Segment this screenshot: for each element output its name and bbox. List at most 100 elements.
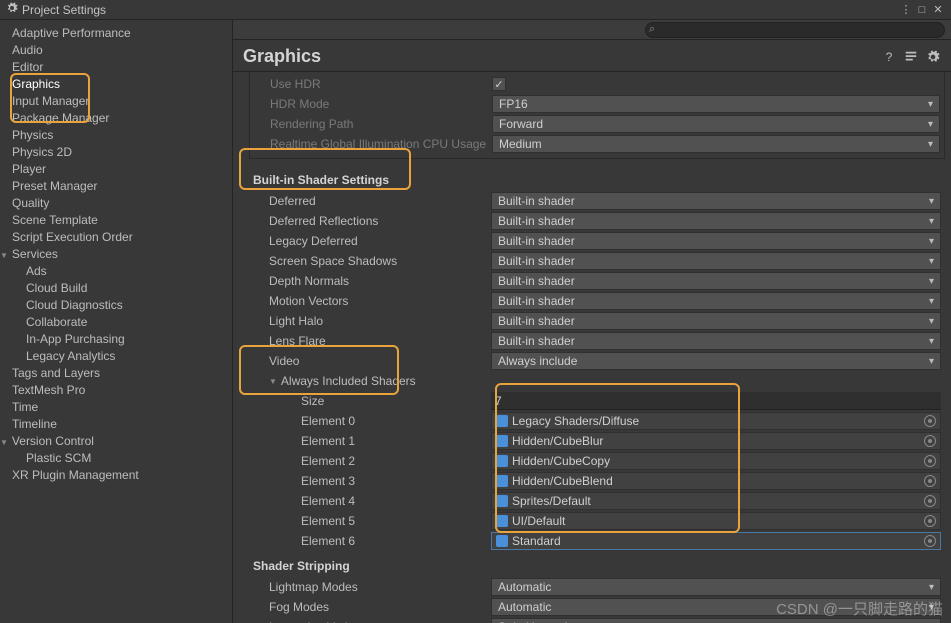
- help-icon[interactable]: ?: [881, 49, 897, 65]
- row-label: Motion Vectors: [253, 294, 491, 308]
- sidebar-item[interactable]: Scene Template: [12, 211, 232, 228]
- shader-object-field[interactable]: Hidden/CubeBlend: [491, 472, 941, 490]
- window-title: Project Settings: [22, 3, 899, 17]
- size-input[interactable]: [491, 392, 941, 410]
- page-title: Graphics: [243, 46, 881, 67]
- use-hdr-label: Use HDR: [254, 77, 492, 91]
- shader-dropdown[interactable]: Built-in shader: [491, 332, 941, 350]
- object-picker-icon[interactable]: [924, 495, 936, 507]
- element-label: Element 4: [253, 494, 491, 508]
- sidebar-item[interactable]: Audio: [12, 41, 232, 58]
- element-label: Element 3: [253, 474, 491, 488]
- shader-dropdown[interactable]: Built-in shader: [491, 312, 941, 330]
- video-dropdown[interactable]: Always include: [491, 352, 941, 370]
- sidebar-item[interactable]: XR Plugin Management: [12, 466, 232, 483]
- element-label: Element 2: [253, 454, 491, 468]
- sidebar-item[interactable]: In-App Purchasing: [12, 330, 232, 347]
- shader-dropdown[interactable]: Built-in shader: [491, 252, 941, 270]
- sidebar-item[interactable]: Cloud Diagnostics: [12, 296, 232, 313]
- sidebar-item-graphics[interactable]: Graphics: [12, 75, 232, 92]
- sidebar-services[interactable]: Services: [0, 245, 232, 262]
- shader-object-field[interactable]: Standard: [491, 532, 941, 550]
- sidebar-vc[interactable]: Version Control: [0, 432, 232, 449]
- row-label: Legacy Deferred: [253, 234, 491, 248]
- shader-icon: [496, 475, 508, 487]
- row-label: Deferred: [253, 194, 491, 208]
- search-icon: ⌕: [649, 23, 655, 36]
- shader-dropdown[interactable]: Built-in shader: [491, 292, 941, 310]
- lightmap-label: Lightmap Modes: [253, 580, 491, 594]
- shader-object-field[interactable]: Hidden/CubeBlur: [491, 432, 941, 450]
- render-path-label: Rendering Path: [254, 117, 492, 131]
- sidebar-item[interactable]: Ads: [12, 262, 232, 279]
- always-included-foldout[interactable]: Always Included Shaders: [253, 374, 491, 388]
- preset-icon[interactable]: [903, 49, 919, 65]
- sidebar-item[interactable]: Physics: [12, 126, 232, 143]
- sidebar-item[interactable]: Physics 2D: [12, 143, 232, 160]
- sidebar-item[interactable]: TextMesh Pro: [12, 381, 232, 398]
- shader-icon: [496, 455, 508, 467]
- hdr-mode-label: HDR Mode: [254, 97, 492, 111]
- sidebar-item[interactable]: Player: [12, 160, 232, 177]
- sidebar-item[interactable]: Cloud Build: [12, 279, 232, 296]
- use-hdr-checkbox[interactable]: ✓: [492, 77, 506, 91]
- sidebar-item[interactable]: Tags and Layers: [12, 364, 232, 381]
- sidebar-item[interactable]: Time: [12, 398, 232, 415]
- element-label: Element 5: [253, 514, 491, 528]
- search-input[interactable]: [645, 22, 945, 38]
- shader-icon: [496, 435, 508, 447]
- shader-icon: [496, 535, 508, 547]
- sidebar-item[interactable]: Timeline: [12, 415, 232, 432]
- element-label-selected: Element 6: [253, 534, 491, 548]
- shader-dropdown[interactable]: Built-in shader: [491, 272, 941, 290]
- size-label: Size: [253, 394, 491, 408]
- settings-menu-icon[interactable]: [925, 49, 941, 65]
- lightmap-dropdown[interactable]: Automatic: [491, 578, 941, 596]
- hdr-mode-dropdown[interactable]: FP16: [492, 95, 940, 113]
- object-picker-icon[interactable]: [924, 455, 936, 467]
- shader-icon: [496, 495, 508, 507]
- shader-dropdown[interactable]: Built-in shader: [491, 212, 941, 230]
- row-label: Depth Normals: [253, 274, 491, 288]
- window-maximize-icon[interactable]: □: [915, 3, 929, 17]
- instancing-dropdown[interactable]: Strip Unused: [491, 618, 941, 623]
- object-picker-icon[interactable]: [924, 435, 936, 447]
- sidebar-item[interactable]: Legacy Analytics: [12, 347, 232, 364]
- sidebar-item[interactable]: Input Manager: [12, 92, 232, 109]
- window-close-icon[interactable]: ✕: [931, 3, 945, 17]
- fog-dropdown[interactable]: Automatic: [491, 598, 941, 616]
- sidebar-item[interactable]: Package Manager: [12, 109, 232, 126]
- object-picker-icon[interactable]: [924, 515, 936, 527]
- object-picker-icon[interactable]: [924, 535, 936, 547]
- row-label: Deferred Reflections: [253, 214, 491, 228]
- settings-sidebar: Adaptive Performance Audio Editor Graphi…: [0, 20, 233, 623]
- shader-stripping-section: Shader Stripping: [253, 551, 941, 577]
- gear-icon: [6, 2, 18, 17]
- render-path-dropdown[interactable]: Forward: [492, 115, 940, 133]
- window-menu-icon[interactable]: ⋮: [899, 3, 913, 17]
- shader-icon: [496, 415, 508, 427]
- rgi-label: Realtime Global Illumination CPU Usage: [254, 137, 492, 151]
- rgi-dropdown[interactable]: Medium: [492, 135, 940, 153]
- shader-object-field[interactable]: Legacy Shaders/Diffuse: [491, 412, 941, 430]
- shader-object-field[interactable]: UI/Default: [491, 512, 941, 530]
- row-label: Lens Flare: [253, 334, 491, 348]
- shader-object-field[interactable]: Hidden/CubeCopy: [491, 452, 941, 470]
- shader-dropdown[interactable]: Built-in shader: [491, 232, 941, 250]
- sidebar-item-editor[interactable]: Editor: [12, 58, 232, 75]
- sidebar-item[interactable]: Adaptive Performance: [12, 24, 232, 41]
- shader-object-field[interactable]: Sprites/Default: [491, 492, 941, 510]
- video-label: Video: [253, 354, 491, 368]
- sidebar-item[interactable]: Preset Manager: [12, 177, 232, 194]
- builtin-shader-section: Built-in Shader Settings: [253, 165, 941, 191]
- shader-dropdown[interactable]: Built-in shader: [491, 192, 941, 210]
- object-picker-icon[interactable]: [924, 475, 936, 487]
- row-label: Screen Space Shadows: [253, 254, 491, 268]
- element-label: Element 0: [253, 414, 491, 428]
- sidebar-item[interactable]: Quality: [12, 194, 232, 211]
- sidebar-item[interactable]: Plastic SCM: [12, 449, 232, 466]
- object-picker-icon[interactable]: [924, 415, 936, 427]
- fog-label: Fog Modes: [253, 600, 491, 614]
- sidebar-item[interactable]: Script Execution Order: [12, 228, 232, 245]
- sidebar-item[interactable]: Collaborate: [12, 313, 232, 330]
